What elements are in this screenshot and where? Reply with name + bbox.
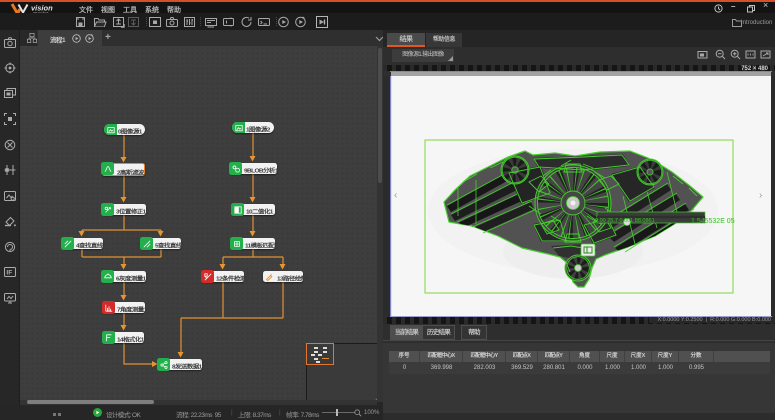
svg-text:›: › xyxy=(759,190,762,201)
svg-text:‹: ‹ xyxy=(394,190,397,201)
svg-text:IF: IF xyxy=(6,270,12,277)
svg-text:1.545532E 05: 1.545532E 05 xyxy=(691,218,735,225)
svg-text:0.00 25.7 0.001 88.0861: 0.00 25.7 0.001 88.0861 xyxy=(595,218,655,224)
